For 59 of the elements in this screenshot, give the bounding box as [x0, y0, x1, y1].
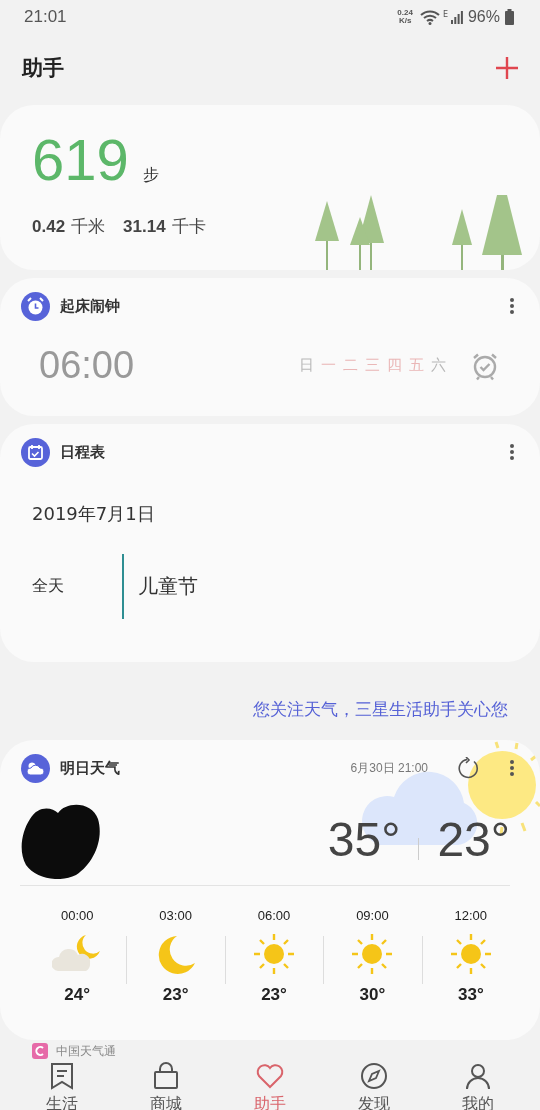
hour-label: 09:00 — [356, 908, 389, 923]
distance-value: 0.42 — [32, 217, 66, 237]
refresh-icon[interactable] — [458, 757, 480, 779]
battery-icon — [505, 9, 514, 25]
hour-temperature: 23° — [162, 985, 189, 1005]
step-count: 619 — [32, 127, 129, 193]
weekday-label: 日 — [299, 356, 314, 375]
event-time: 全天 — [32, 576, 65, 597]
sun-icon — [253, 933, 295, 975]
hour-temperature: 30° — [359, 985, 386, 1005]
step-unit: 步 — [142, 165, 159, 186]
weekday-label: 四 — [387, 356, 402, 375]
signal-icon — [450, 10, 463, 24]
weekday-label: 五 — [409, 356, 424, 375]
more-options-icon[interactable] — [508, 758, 516, 778]
hour-label: 03:00 — [159, 908, 192, 923]
weekday-label: 六 — [431, 356, 446, 375]
card-title: 起床闹钟 — [60, 296, 121, 316]
hour-temperature: 23° — [261, 985, 287, 1005]
compass-icon[interactable] — [360, 1062, 388, 1090]
distance-unit: 千米 — [71, 215, 106, 238]
clock-time: 21:01 — [24, 7, 67, 27]
hour-label: 00:00 — [60, 908, 94, 923]
more-options-icon[interactable] — [508, 296, 516, 316]
hour-temperature: 33° — [457, 985, 484, 1005]
high-temperature: 35° — [327, 811, 401, 867]
heart-icon[interactable] — [256, 1062, 284, 1090]
sun-icon — [449, 933, 492, 975]
page-title: 助手 — [22, 55, 64, 82]
hour-temperature: 24° — [64, 985, 91, 1005]
hour-label: 06:00 — [257, 908, 291, 923]
battery-level: 96% — [467, 8, 500, 26]
sun-icon — [351, 933, 394, 975]
schedule-date: 2019年7月1日 — [31, 502, 156, 526]
card-title: 日程表 — [60, 442, 106, 462]
alarm-clock-icon — [21, 291, 50, 321]
calories-value: 31.14 — [123, 217, 166, 237]
calendar-icon — [21, 437, 50, 467]
hour-label: 12:00 — [454, 908, 488, 923]
network-speed: 0.24 K/s — [397, 9, 413, 25]
shopping-bag-icon[interactable] — [153, 1062, 179, 1090]
person-icon[interactable] — [464, 1062, 492, 1090]
more-options-icon[interactable] — [508, 442, 516, 462]
low-temperature: 23° — [437, 811, 510, 867]
weekday-label: 三 — [365, 356, 380, 375]
network-type: E — [442, 10, 448, 19]
alarm-time: 06:00 — [39, 344, 136, 387]
card-title: 明日天气 — [60, 758, 121, 778]
weather-notice[interactable]: 您关注天气，三星生活助手关心您 — [253, 697, 508, 721]
app-logo-icon — [32, 1043, 48, 1059]
weather-icon — [21, 753, 50, 783]
weekday-label: 二 — [343, 356, 358, 375]
bookmark-icon[interactable] — [49, 1062, 75, 1090]
update-time: 6月30日 21:00 — [350, 759, 428, 777]
wifi-icon — [419, 9, 440, 25]
add-button[interactable] — [494, 55, 520, 81]
data-source: 中国天气通 — [56, 1042, 116, 1060]
calories-unit: 千卡 — [171, 215, 206, 238]
event-title: 儿童节 — [138, 573, 198, 600]
